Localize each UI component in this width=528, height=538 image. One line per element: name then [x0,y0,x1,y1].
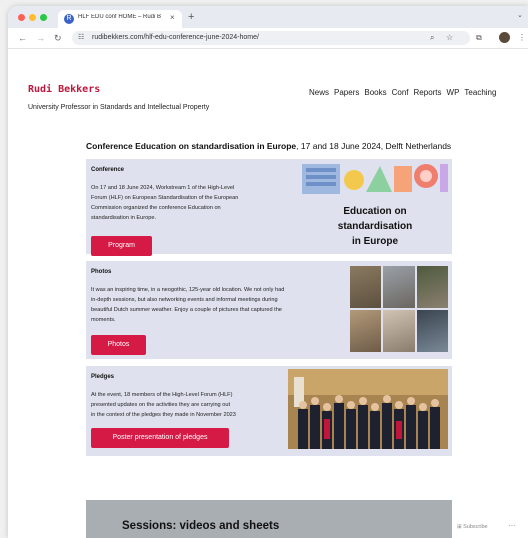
subscribe-icon: ⊞ [457,524,462,530]
new-tab-icon[interactable]: + [188,10,194,24]
conference-text: On 17 and 18 June 2024, Workstream 1 of … [91,183,238,223]
photos-line: beautiful Dutch summer weather. Enjoy a … [91,307,282,313]
bookmark-star-icon[interactable]: ☆ [446,33,453,43]
main-nav: News Papers Books Conf Reports WP Teachi… [309,88,496,97]
group-photo-graphic [288,369,448,449]
program-button[interactable]: Program [91,236,152,256]
nav-item-news[interactable]: News [309,88,329,97]
reload-icon[interactable]: ↻ [54,32,62,44]
close-window-icon[interactable] [18,14,25,21]
forward-icon[interactable]: → [36,32,45,44]
conference-card: Conference On 17 and 18 June 2024, Works… [86,159,452,256]
pledges-text: At the event, 18 members of the High-Lev… [91,390,236,420]
sessions-banner: Sessions: videos and sheets [86,500,452,538]
site-brand[interactable]: Rudi Bekkers [28,84,100,95]
nav-item-books[interactable]: Books [364,88,386,97]
url-field[interactable]: ☷ rudibekkers.com/hlf-edu-conference-jun… [72,31,470,45]
pledges-line: At the event, 18 members of the High-Lev… [91,392,233,398]
conference-line: standardisation in Europe. [91,215,156,221]
conference-line: Commission organized the conference Educ… [91,205,221,211]
hero-line: in Europe [351,236,399,247]
nav-item-papers[interactable]: Papers [334,88,359,97]
page-title-bold: Conference Education on standardisation … [86,141,297,151]
browser-tab[interactable]: R HLF EDU conf HOME – Rudi B × [58,10,182,28]
group-photo-image [288,369,448,449]
nav-item-reports[interactable]: Reports [414,88,442,97]
site-info-icon[interactable]: ☷ [78,33,84,41]
tab-title: HLF EDU conf HOME – Rudi B [78,14,162,20]
nav-item-wp[interactable]: WP [447,88,460,97]
subscribe-button[interactable]: ⊞ Subscribe [457,524,488,530]
photos-heading: Photos [91,269,112,275]
gallery-photo[interactable] [350,266,382,308]
hero-line: standardisation [337,221,413,232]
site-tagline: University Professor in Standards and In… [28,104,210,111]
photos-line: in-depth sessions, but also networking e… [91,297,278,303]
more-options-icon[interactable]: ··· [508,521,516,530]
photos-button[interactable]: Photos [91,335,146,355]
photo-gallery [350,266,448,352]
site-favicon-icon: R [64,14,74,24]
poster-presentation-button[interactable]: Poster presentation of pledges [91,428,229,448]
conference-line: Forum (HLF) on European Standardisation … [91,195,239,201]
browser-menu-icon[interactable]: ⋮ [518,33,526,43]
minimize-window-icon[interactable] [29,14,36,21]
subscribe-label: Subscribe [463,524,488,530]
tab-search-icon[interactable]: ⌄ [517,11,523,19]
nav-item-conf[interactable]: Conf [392,88,409,97]
tab-bar: R HLF EDU conf HOME – Rudi B × + ⌄ [8,6,528,28]
pledges-line: in the context of the pledges they made … [91,412,236,418]
tab-close-icon[interactable]: × [170,13,175,22]
sessions-heading: Sessions: videos and sheets [122,520,280,532]
conference-line: On 17 and 18 June 2024, Workstream 1 of … [91,185,235,191]
back-icon[interactable]: ← [18,32,27,44]
colorful-shapes-graphic [302,164,448,194]
photos-line: It was an inspiring time, in a neogothic… [91,287,285,293]
gallery-photo[interactable] [383,310,415,352]
pledges-card: Pledges At the event, 18 members of the … [86,366,452,456]
maximize-window-icon[interactable] [40,14,47,21]
extensions-icon[interactable]: ⧉ [476,33,482,43]
photos-card: Photos It was an inspiring time, in a ne… [86,261,452,359]
pledges-line: presented updates on the activities they… [91,402,230,408]
page-title: Conference Education on standardisation … [86,141,451,151]
page-title-rest: , 17 and 18 June 2024, Delft Netherlands [296,141,452,151]
photos-text: It was an inspiring time, in a neogothic… [91,285,284,325]
gallery-photo[interactable] [416,310,448,352]
browser-window: R HLF EDU conf HOME – Rudi B × + ⌄ ← → ↻… [8,6,528,538]
profile-avatar-icon[interactable] [499,32,510,43]
hero-line: Education on [343,206,407,217]
gallery-photo[interactable] [350,310,382,352]
gallery-photo[interactable] [416,266,448,308]
web-page: Rudi Bekkers University Professor in Sta… [8,49,528,538]
pledges-heading: Pledges [91,374,115,380]
nav-item-teaching[interactable]: Teaching [464,88,496,97]
address-bar-row: ← → ↻ ☷ rudibekkers.com/hlf-edu-conferen… [8,28,528,49]
conference-heading: Conference [91,167,125,173]
hero-text: Education on standardisation in Europe [302,204,448,249]
photos-line: moments. [91,317,116,323]
url-text: rudibekkers.com/hlf-edu-conference-june-… [92,34,259,41]
gallery-photo[interactable] [383,266,415,308]
zoom-icon[interactable]: ⌕ [430,33,434,43]
conference-hero-image: Education on standardisation in Europe [302,162,448,250]
